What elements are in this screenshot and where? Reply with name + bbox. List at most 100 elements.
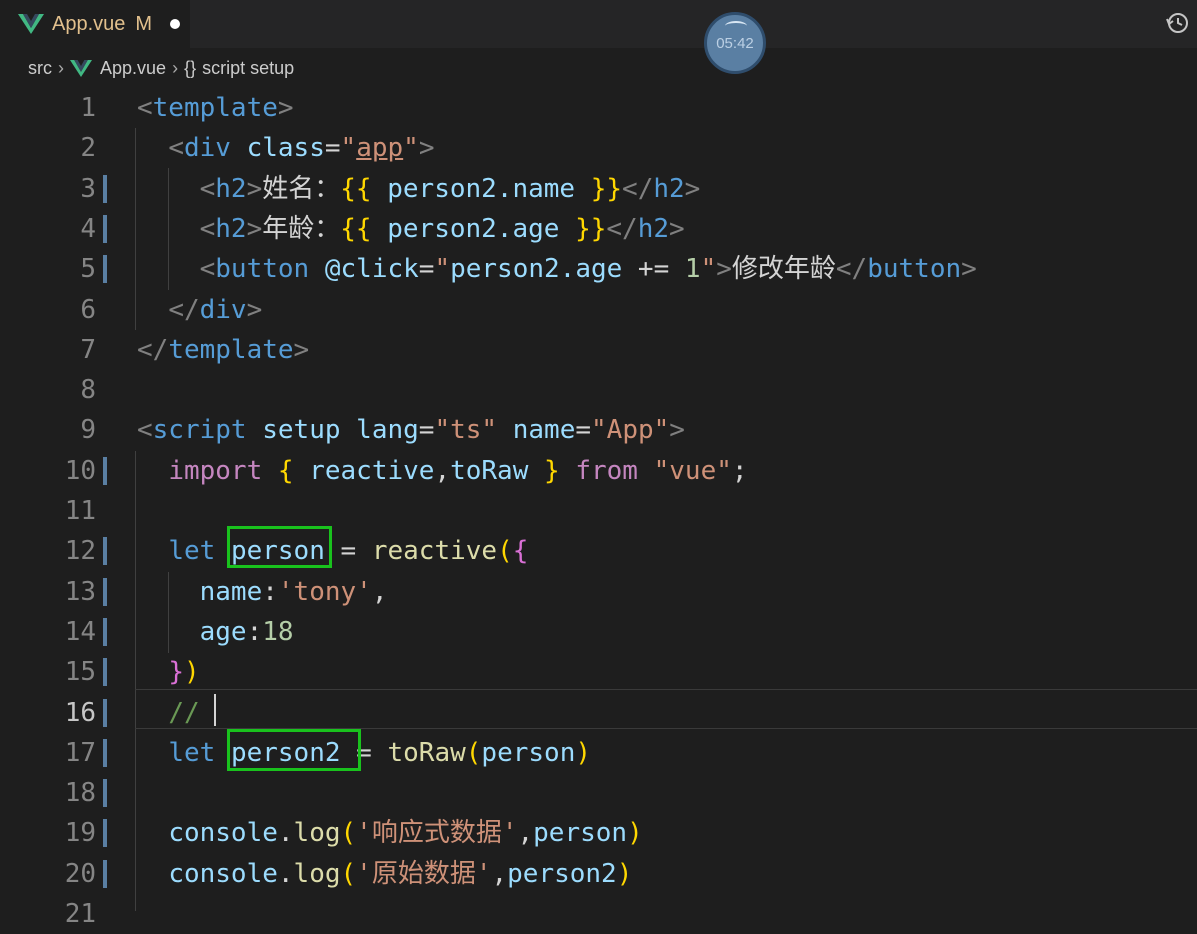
- code-token: //: [168, 697, 216, 728]
- git-change-marker[interactable]: [103, 255, 107, 284]
- git-change-marker[interactable]: [103, 859, 107, 888]
- code-token: log: [293, 858, 341, 889]
- code-token: </: [622, 173, 654, 204]
- code-line[interactable]: 7 </template>: [0, 330, 1197, 370]
- code-token: 修改年龄: [731, 254, 836, 285]
- chevron-right-icon: ›: [58, 57, 64, 78]
- code-token: person2.name: [387, 173, 576, 204]
- code-token: ": [340, 133, 357, 164]
- git-change-marker[interactable]: [103, 617, 107, 646]
- code-line[interactable]: 19 console.log('响应式数据',person): [0, 813, 1197, 853]
- code-token: ): [575, 737, 591, 768]
- breadcrumb-symbol[interactable]: script setup: [202, 58, 294, 79]
- code-line[interactable]: 9 <script setup lang="ts" name="App">: [0, 410, 1197, 450]
- code-token: {{: [340, 173, 372, 204]
- code-line[interactable]: 17 let person2 = toRaw(person): [0, 733, 1197, 773]
- code-token: }: [544, 455, 560, 486]
- code-text: import { reactive,toRaw } from "vue";: [137, 451, 748, 491]
- code-token: }}: [575, 213, 607, 244]
- code-token: age: [199, 616, 247, 647]
- code-token: {: [277, 455, 294, 486]
- code-token: >: [669, 213, 685, 244]
- code-token: toRaw: [450, 455, 529, 486]
- code-line[interactable]: 8: [0, 370, 1197, 410]
- breadcrumb-src[interactable]: src: [28, 58, 52, 79]
- code-line[interactable]: 13 name:'tony',: [0, 572, 1197, 612]
- code-line[interactable]: 12 let person = reactive({: [0, 531, 1197, 571]
- line-number: 3: [80, 173, 96, 204]
- code-line[interactable]: 2 <div class="app">: [0, 128, 1197, 168]
- git-change-marker[interactable]: [103, 658, 107, 687]
- git-change-marker[interactable]: [103, 698, 107, 727]
- unsaved-dot-icon[interactable]: [170, 19, 181, 29]
- code-line[interactable]: 10 import { reactive,toRaw } from "vue";: [0, 451, 1197, 491]
- line-number: 20: [64, 858, 96, 889]
- code-token: app: [356, 133, 404, 164]
- code-token: "ts": [434, 415, 498, 446]
- git-change-marker[interactable]: [103, 577, 107, 606]
- line-number: 4: [80, 213, 96, 244]
- code-editor[interactable]: 1 <template> 2 <div class="app"> 3 <h2>姓名：{…: [0, 88, 1197, 929]
- git-change-marker[interactable]: [103, 738, 107, 767]
- tab-app-vue[interactable]: App.vue M: [0, 0, 190, 48]
- code-line[interactable]: 4 <h2>年龄：{{ person2.age }}</h2>: [0, 209, 1197, 249]
- code-token: >: [246, 173, 263, 204]
- code-token: div: [199, 294, 247, 325]
- git-change-marker[interactable]: [103, 537, 107, 566]
- code-line[interactable]: 6 </div>: [0, 290, 1197, 330]
- code-line[interactable]: 11: [0, 491, 1197, 531]
- git-change-marker[interactable]: [103, 779, 107, 808]
- code-token: 18: [262, 616, 294, 647]
- code-token: >: [961, 254, 977, 285]
- code-token: '响应式数据': [356, 818, 518, 849]
- code-token: lang: [356, 415, 419, 446]
- code-token: button: [215, 254, 310, 285]
- code-line[interactable]: 5 <button @click="person2.age += 1">修改年龄…: [0, 249, 1197, 289]
- line-number: 2: [80, 133, 96, 164]
- code-line[interactable]: 21: [0, 894, 1197, 934]
- git-change-marker[interactable]: [103, 819, 107, 848]
- code-token: (: [497, 536, 513, 567]
- code-text: </div>: [137, 290, 262, 330]
- line-number: 5: [80, 254, 96, 285]
- code-text: <script setup lang="ts" name="App">: [137, 410, 685, 450]
- code-line[interactable]: 18: [0, 773, 1197, 813]
- code-line[interactable]: 20 console.log('原始数据',person2): [0, 854, 1197, 894]
- code-token: >: [293, 334, 310, 365]
- git-change-marker[interactable]: [103, 174, 107, 203]
- line-number: 16: [64, 697, 96, 728]
- code-token: >: [277, 93, 294, 123]
- code-token: console: [168, 858, 278, 889]
- code-line[interactable]: 15 }): [0, 652, 1197, 692]
- code-token: ,: [517, 818, 534, 849]
- code-line[interactable]: 3 <h2>姓名：{{ person2.name }}</h2>: [0, 169, 1197, 209]
- code-token: ;: [731, 455, 748, 486]
- code-token: <: [199, 173, 216, 204]
- line-number: 19: [64, 818, 96, 849]
- code-token: =: [324, 133, 341, 164]
- code-token: =: [418, 415, 435, 446]
- code-token: 'tony': [277, 576, 372, 607]
- tab-title: App.vue: [52, 12, 126, 35]
- git-change-marker[interactable]: [103, 456, 107, 485]
- code-token: {: [512, 536, 529, 567]
- code-line[interactable]: 1 <template>: [0, 88, 1197, 128]
- code-line[interactable]: 16 //: [0, 693, 1197, 733]
- code-line[interactable]: 14 age:18: [0, 612, 1197, 652]
- history-icon[interactable]: [1165, 10, 1191, 36]
- code-text: }): [137, 652, 199, 692]
- breadcrumb-file[interactable]: App.vue: [100, 58, 166, 79]
- git-change-marker[interactable]: [103, 214, 107, 243]
- line-number: 9: [80, 415, 96, 446]
- code-text: let person2 = toRaw(person): [137, 733, 591, 773]
